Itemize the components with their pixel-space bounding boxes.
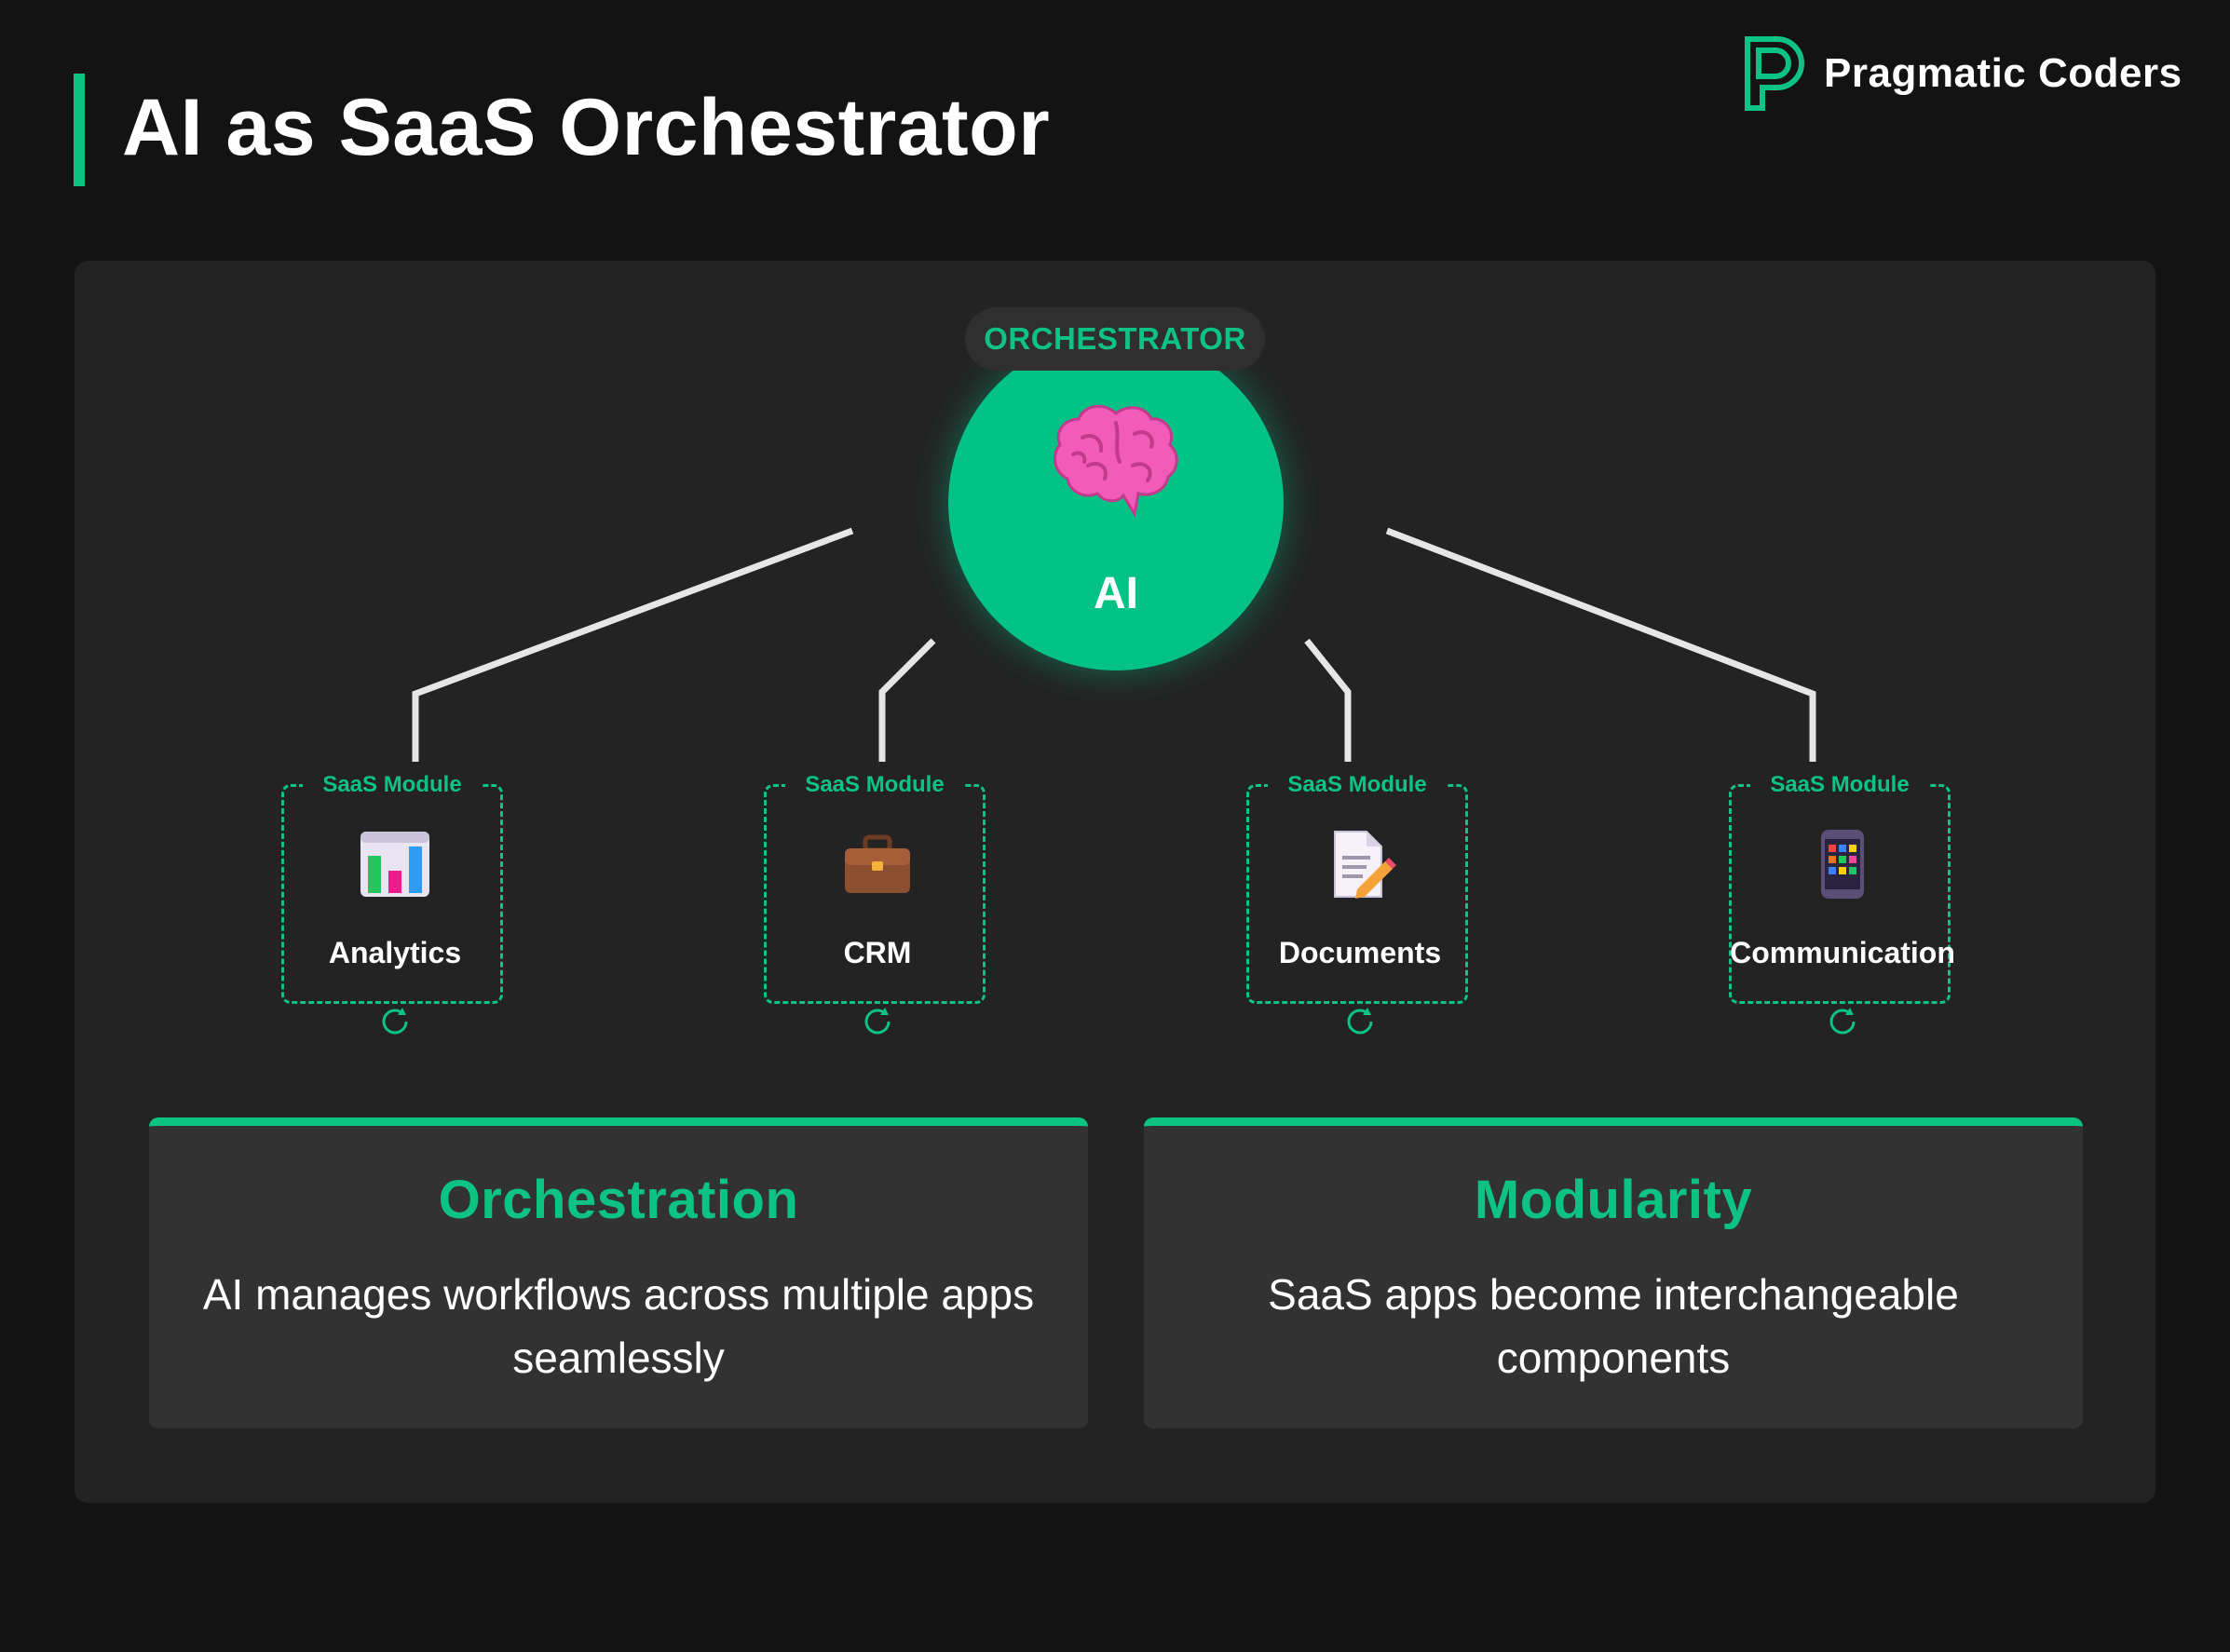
module-label: Documents [1278,936,1442,969]
brand: Pragmatic Coders [1742,34,2182,114]
refresh-icon [1347,1008,1373,1035]
card-modularity: Modularity SaaS apps become interchangea… [1144,1117,2083,1429]
refresh-icon [382,1008,408,1035]
ai-label: AI [1094,569,1138,618]
module-crm: SaaS Module CRM [764,766,986,1035]
refresh-icon [864,1008,891,1035]
card-title: Orchestration [438,1170,799,1230]
title-accent-bar [74,74,85,186]
brain-icon [1053,404,1178,519]
card-body: AI manages workflows across multiple app… [202,1270,1035,1382]
refresh-icon [1829,1008,1856,1035]
module-analytics: SaaS Module Analytics [281,766,503,1035]
bar-chart-icon [360,832,429,897]
card-body: SaaS apps become interchangeable compone… [1268,1270,1959,1382]
module-documents: SaaS Module Documents [1246,766,1468,1035]
card-title: Modularity [1474,1170,1753,1230]
module-label: Communication [1730,936,1955,969]
brand-name: Pragmatic Coders [1824,50,2182,96]
orchestrator-badge: ORCHESTRATOR [965,307,1265,371]
module-tag: SaaS Module [1268,766,1447,804]
module-label: CRM [843,936,912,969]
module-tag: SaaS Module [785,766,964,804]
document-pencil-icon [1334,831,1396,899]
module-tag: SaaS Module [303,766,482,804]
pragmatic-coders-logo-icon [1745,36,1804,111]
module-label: Analytics [328,936,462,969]
phone-apps-icon [1821,830,1864,899]
module-communication: SaaS Module Communication [1729,766,1955,1035]
page-title: AI as SaaS Orchestrator [122,83,1051,172]
module-tag: SaaS Module [1750,766,1929,804]
card-orchestration: Orchestration AI manages workflows acros… [149,1117,1088,1429]
briefcase-icon [845,834,910,893]
ai-orchestrator-node: AI [948,335,1284,670]
